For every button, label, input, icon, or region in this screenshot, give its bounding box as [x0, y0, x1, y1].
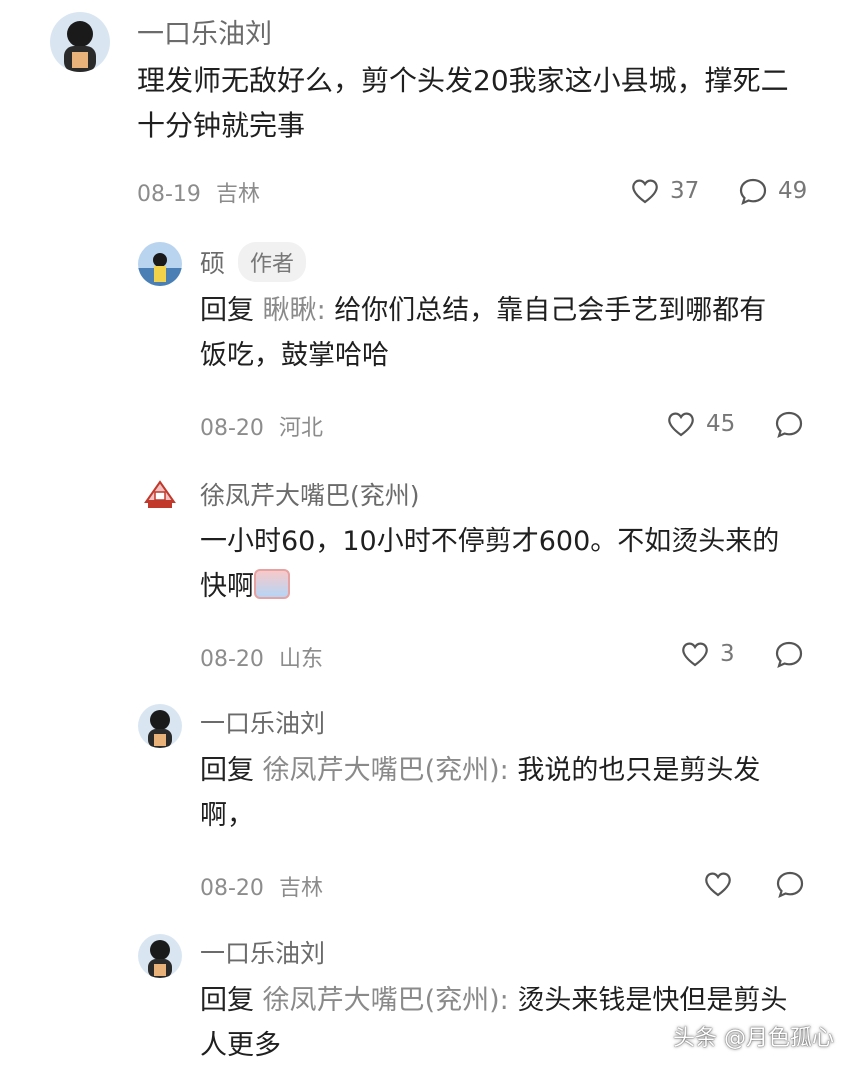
comment-bubble-icon — [775, 869, 805, 899]
reply-prefix: 回复 — [200, 295, 254, 326]
commenter-name[interactable]: 硕 — [200, 244, 225, 280]
comment-text: 理发师无敌好么，剪个头发20我家这小县城，撑死二十分钟就完事 — [137, 64, 789, 142]
like-count: 37 — [670, 178, 700, 204]
comment-location: 吉林 — [278, 876, 323, 901]
comment-item: 一口乐油刘 理发师无敌好么，剪个头发20我家这小县城，撑死二十分钟就完事 08-… — [0, 0, 856, 230]
comment-date: 08-20 — [200, 876, 264, 901]
comment-actions — [703, 868, 813, 900]
comment-text: 一小时60，10小时不停剪才600。不如烫头来的快啊 — [200, 519, 800, 609]
like-button[interactable]: 37 — [630, 175, 699, 207]
comment-date: 08-20 — [200, 647, 264, 672]
comment-thread: 一口乐油刘 理发师无敌好么，剪个头发20我家这小县城，撑死二十分钟就完事 08-… — [0, 0, 856, 1066]
comment-date: 08-20 — [200, 416, 264, 441]
reply-prefix: 回复 — [200, 985, 254, 1016]
like-count: 45 — [706, 411, 736, 437]
heart-icon — [703, 870, 733, 898]
commenter-name[interactable]: 一口乐油刘 — [200, 934, 325, 970]
reply-count: 49 — [778, 178, 808, 204]
comment-meta: 08-20 河北 — [200, 410, 323, 442]
comment-meta: 08-19 吉林 — [137, 176, 260, 208]
reply-target[interactable]: 徐凤芹大嘴巴(兖州): — [263, 985, 509, 1016]
reply-target[interactable]: 瞅瞅: — [263, 295, 326, 326]
like-count: 3 — [720, 641, 735, 667]
comment-text: 回复 瞅瞅: 给你们总结，靠自己会手艺到哪都有饭吃，鼓掌哈哈 — [200, 288, 790, 378]
comment-bubble-icon — [774, 639, 804, 669]
watermark: 头条 @月色孤心 — [673, 1026, 834, 1051]
comment-meta: 08-20 山东 — [200, 641, 323, 673]
avatar[interactable] — [138, 704, 182, 748]
avatar[interactable] — [138, 242, 182, 286]
comment-location: 河北 — [278, 416, 323, 441]
comment-location: 吉林 — [215, 182, 260, 207]
comment-actions: 3 — [680, 638, 816, 670]
avatar[interactable] — [138, 934, 182, 978]
commenter-name[interactable]: 徐凤芹大嘴巴(兖州) — [200, 476, 420, 512]
avatar[interactable] — [138, 472, 182, 516]
heart-icon — [630, 177, 660, 205]
comment-text: 回复 徐凤芹大嘴巴(兖州): 我说的也只是剪头发啊， — [200, 748, 790, 838]
comment-bubble-icon — [738, 176, 768, 206]
comment-actions: 45 — [666, 408, 816, 440]
comment-meta: 08-20 吉林 — [200, 870, 323, 902]
commenter-name[interactable]: 一口乐油刘 — [137, 12, 272, 51]
comment-actions: 37 49 — [630, 175, 810, 207]
like-button[interactable]: 45 — [666, 408, 735, 440]
like-button[interactable]: 3 — [680, 638, 735, 670]
reply-button[interactable] — [774, 408, 804, 440]
heart-icon — [680, 640, 710, 668]
comment-location: 山东 — [278, 647, 323, 672]
commenter-name[interactable]: 一口乐油刘 — [200, 704, 325, 740]
avatar[interactable] — [50, 12, 110, 72]
reply-prefix: 回复 — [200, 755, 254, 786]
like-button[interactable] — [703, 868, 733, 900]
reply-button[interactable]: 49 — [738, 175, 807, 207]
emoji-icon — [254, 569, 290, 599]
heart-icon — [666, 410, 696, 438]
author-badge: 作者 — [238, 242, 307, 282]
reply-button[interactable] — [774, 638, 804, 670]
reply-button[interactable] — [775, 868, 805, 900]
comment-date: 08-19 — [137, 182, 201, 207]
reply-item: 硕 作者 回复 瞅瞅: 给你们总结，靠自己会手艺到哪都有饭吃，鼓掌哈哈 08-2… — [0, 230, 856, 460]
reply-item: 一口乐油刘 回复 徐凤芹大嘴巴(兖州): 我说的也只是剪头发啊， 08-20 吉… — [0, 692, 856, 922]
reply-item: 徐凤芹大嘴巴(兖州) 一小时60，10小时不停剪才600。不如烫头来的快啊 08… — [0, 462, 856, 692]
comment-bubble-icon — [774, 409, 804, 439]
reply-target[interactable]: 徐凤芹大嘴巴(兖州): — [263, 755, 509, 786]
